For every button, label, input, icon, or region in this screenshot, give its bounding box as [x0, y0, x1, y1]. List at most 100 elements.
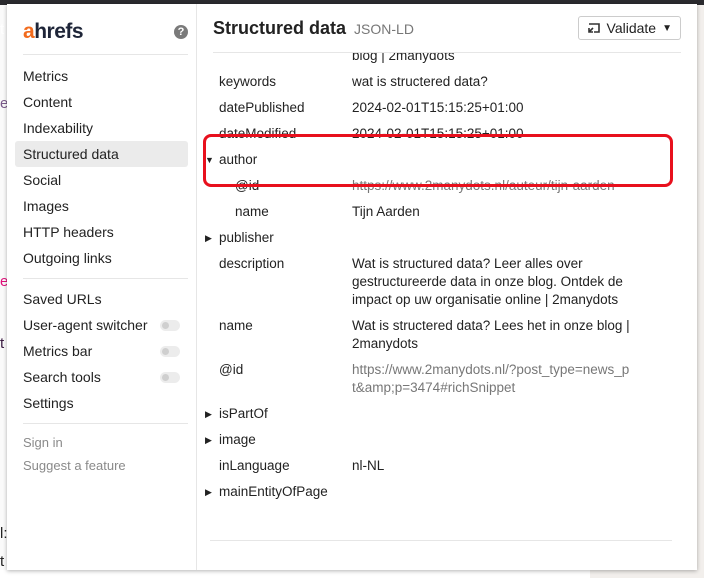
sidebar: ahrefs ? Metrics Content Indexability Struc…	[7, 4, 197, 570]
sidebar-item-label: Search tools	[23, 369, 101, 385]
suggest-a-feature-link[interactable]: Suggest a feature	[7, 454, 196, 477]
property-value: Tijn Aarden	[352, 204, 420, 219]
property-key[interactable]: ▼ author	[197, 151, 352, 169]
sidebar-footer-links: Sign in Suggest a feature	[7, 431, 196, 477]
sidebar-item-user-agent-switcher[interactable]: User-agent switcher	[15, 312, 188, 338]
property-key-label: datePublished	[219, 100, 305, 115]
caret-right-icon[interactable]: ▶	[205, 405, 212, 423]
property-key: description	[197, 255, 352, 309]
sidebar-item-http-headers[interactable]: HTTP headers	[15, 219, 188, 245]
logo-accent: a	[23, 20, 35, 43]
property-key: name	[197, 317, 352, 353]
property-key-label: name	[219, 318, 253, 333]
tree-row: dateModified 2024-02-01T15:15:25+01:00	[197, 121, 697, 147]
validate-button[interactable]: Validate ▼	[577, 16, 681, 40]
tree-row[interactable]: ▶ publisher	[197, 225, 697, 251]
property-key-label: image	[219, 432, 256, 447]
sidebar-item-content[interactable]: Content	[15, 89, 188, 115]
sidebar-item-images[interactable]: Images	[15, 193, 188, 219]
sidebar-nav: Metrics Content Indexability Structured dat…	[7, 63, 196, 271]
tree-row: name Wat is structered data? Lees het in …	[197, 313, 697, 357]
sidebar-item-indexability[interactable]: Indexability	[15, 115, 188, 141]
property-value: 2024-02-01T15:15:25+01:00	[352, 100, 524, 115]
property-key[interactable]: ▶ publisher	[197, 229, 352, 247]
background-text-fragment: t	[0, 21, 5, 38]
tree-row: @id https://www.2manydots.nl/auteur/tijn-…	[197, 173, 697, 199]
title-group: Structured data JSON-LD	[213, 18, 414, 39]
property-key-label: publisher	[219, 230, 274, 245]
tree-row: name Tijn Aarden	[197, 199, 697, 225]
property-key[interactable]: ▶ isPartOf	[197, 405, 352, 423]
main-panel: Structured data JSON-LD Validate ▼ blog …	[197, 4, 697, 570]
property-key-label: keywords	[219, 74, 277, 89]
sidebar-item-label: Content	[23, 94, 73, 110]
caret-right-icon[interactable]: ▶	[205, 431, 212, 449]
background-page-bottom-white	[0, 570, 590, 578]
property-value	[352, 229, 632, 247]
external-link-icon	[587, 23, 600, 33]
sidebar-item-label: Saved URLs	[23, 291, 102, 307]
sidebar-item-metrics[interactable]: Metrics	[15, 63, 188, 89]
property-value: https://www.2manydots.nl/auteur/tijn-aar…	[352, 178, 615, 193]
ahrefs-popup: ahrefs ? Metrics Content Indexability Struc…	[7, 4, 697, 570]
sidebar-item-label: Metrics	[23, 68, 69, 84]
property-key-label: description	[219, 256, 285, 271]
property-value	[352, 405, 632, 423]
tree-row[interactable]: ▶ image	[197, 427, 697, 453]
sidebar-item-saved-urls[interactable]: Saved URLs	[15, 286, 188, 312]
help-icon[interactable]: ?	[174, 25, 188, 39]
ahrefs-logo[interactable]: ahrefs	[23, 20, 84, 44]
sidebar-divider	[23, 278, 188, 279]
property-key[interactable]: ▶ mainEntityOfPage	[197, 483, 352, 501]
property-key: inLanguage	[197, 457, 352, 475]
sidebar-item-label: Social	[23, 172, 62, 188]
toggle-switch[interactable]	[160, 371, 180, 383]
property-key-label: inLanguage	[219, 458, 290, 473]
property-key-label: name	[235, 204, 269, 219]
sidebar-item-label: Outgoing links	[23, 250, 112, 266]
property-value: blog | 2manydots	[352, 53, 455, 63]
property-value: Wat is structered data? Lees het in onze…	[352, 318, 630, 351]
tree-row[interactable]: ▼ author	[197, 147, 697, 173]
property-key: datePublished	[197, 99, 352, 117]
toggle-switch[interactable]	[160, 345, 180, 357]
sidebar-tools: Saved URLs User-agent switcher Metrics bar…	[7, 286, 196, 416]
toggle-switch[interactable]	[160, 319, 180, 331]
property-key	[197, 53, 352, 65]
caret-right-icon[interactable]: ▶	[205, 483, 212, 501]
sidebar-item-settings[interactable]: Settings	[15, 390, 188, 416]
property-key-label: isPartOf	[219, 406, 268, 421]
validate-label: Validate	[606, 20, 657, 36]
caret-down-icon[interactable]: ▼	[205, 151, 214, 169]
tree-row: keywords wat is structered data?	[197, 69, 697, 95]
content-footer-divider	[210, 540, 672, 541]
background-text-fragment: t	[0, 553, 5, 570]
sidebar-item-search-tools[interactable]: Search tools	[15, 364, 188, 390]
sidebar-item-metrics-bar[interactable]: Metrics bar	[15, 338, 188, 364]
chevron-down-icon: ▼	[662, 22, 672, 34]
property-value: wat is structered data?	[352, 74, 488, 89]
property-key-label: dateModified	[219, 126, 297, 141]
logo-text: hrefs	[34, 20, 84, 43]
caret-right-icon[interactable]: ▶	[205, 229, 212, 247]
property-value: 2024-02-01T15:15:25+01:00	[352, 126, 524, 141]
property-value: nl-NL	[352, 458, 385, 473]
tree-row: blog | 2manydots	[197, 53, 697, 69]
background-text-fragment: t	[0, 335, 5, 352]
property-key: name	[197, 203, 352, 221]
property-key[interactable]: ▶ image	[197, 431, 352, 449]
sidebar-item-structured-data[interactable]: Structured data	[15, 141, 188, 167]
tree-row: inLanguage nl-NL	[197, 453, 697, 479]
tree-row[interactable]: ▶ mainEntityOfPage	[197, 479, 697, 505]
tree-row[interactable]: ▶ isPartOf	[197, 401, 697, 427]
sidebar-item-outgoing-links[interactable]: Outgoing links	[15, 245, 188, 271]
sidebar-item-social[interactable]: Social	[15, 167, 188, 193]
property-value	[352, 151, 632, 169]
tree-row: description Wat is structured data? Leer …	[197, 251, 697, 313]
sign-in-link[interactable]: Sign in	[7, 431, 196, 454]
property-key-label: author	[219, 152, 258, 167]
sidebar-item-label: HTTP headers	[23, 224, 114, 240]
structured-data-tree: blog | 2manydots keywords wat is structere…	[197, 53, 697, 539]
property-key: @id	[197, 177, 352, 195]
property-key-label: mainEntityOfPage	[219, 484, 328, 499]
